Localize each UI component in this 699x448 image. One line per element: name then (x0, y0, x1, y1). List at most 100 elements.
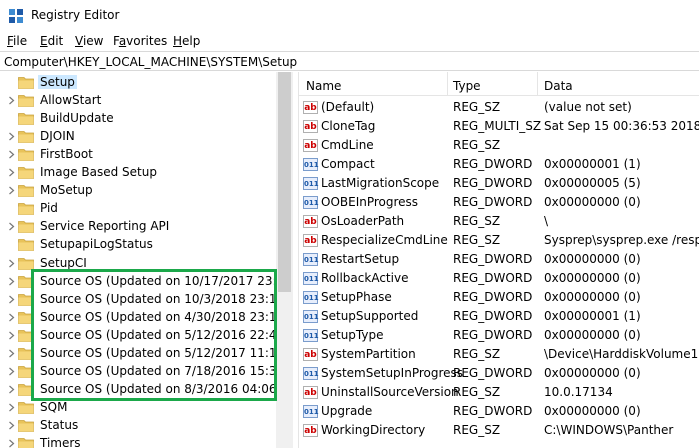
string-value-icon: ab (303, 386, 318, 399)
tree-item[interactable]: Setup (0, 74, 293, 92)
value-row[interactable]: ab WorkingDirectory REG_SZ C:\WINDOWS\Panth… (299, 421, 699, 440)
value-name: LastMigrationScope (321, 176, 440, 190)
folder-icon (18, 131, 34, 143)
folder-icon (18, 95, 34, 107)
value-data: 0x00000000 (0) (544, 195, 641, 209)
string-value-icon: ab (303, 424, 318, 437)
tree-scrollbar[interactable] (276, 72, 293, 448)
chevron-right-icon[interactable] (7, 168, 16, 177)
tree-item[interactable]: SetupapiLogStatus (0, 236, 293, 254)
chevron-right-icon[interactable] (7, 150, 16, 159)
source-os-highlight-box (31, 269, 277, 401)
chevron-right-icon[interactable] (7, 331, 16, 340)
value-name: Upgrade (321, 404, 373, 418)
chevron-right-icon[interactable] (7, 367, 16, 376)
menu-edit[interactable]: Edit (40, 34, 63, 48)
value-name: (Default) (321, 100, 375, 114)
value-row[interactable]: 011 OOBEInProgress REG_DWORD 0x00000000 (0) (299, 193, 699, 212)
value-type: REG_SZ (453, 214, 501, 228)
value-row[interactable]: ab OsLoaderPath REG_SZ \ (299, 212, 699, 231)
tree-item-label: Setup (38, 75, 77, 89)
value-row[interactable]: 011 RestartSetup REG_DWORD 0x00000000 (0) (299, 250, 699, 269)
chevron-right-icon[interactable] (7, 295, 16, 304)
tree-item[interactable]: Status (0, 417, 293, 435)
tree-item[interactable]: AllowStart (0, 92, 293, 110)
column-header-name[interactable]: Name (306, 79, 341, 93)
chevron-right-icon[interactable] (7, 439, 16, 448)
value-type: REG_DWORD (453, 290, 533, 304)
tree-item[interactable]: Timers (0, 435, 293, 448)
chevron-right-icon[interactable] (7, 349, 16, 358)
binary-value-icon: 011 (303, 310, 319, 323)
binary-value-icon: 011 (303, 253, 319, 266)
tree-item[interactable]: Service Reporting API (0, 218, 293, 236)
tree-item[interactable]: Pid (0, 200, 293, 218)
menu-view[interactable]: View (75, 34, 103, 48)
column-divider[interactable] (537, 72, 538, 96)
values-list[interactable]: Name Type Data ab (Default) REG_SZ (value n… (299, 72, 699, 448)
tree-item[interactable]: Image Based Setup (0, 164, 293, 182)
menu-favorites[interactable]: Favorites (113, 34, 167, 48)
value-name: OOBEInProgress (321, 195, 419, 209)
value-row[interactable]: 011 SetupPhase REG_DWORD 0x00000000 (0) (299, 288, 699, 307)
value-row[interactable]: ab UninstallSourceVersion REG_SZ 10.0.17134 (299, 383, 699, 402)
menu-file[interactable]: File (7, 34, 27, 48)
tree-item[interactable]: BuildUpdate (0, 110, 293, 128)
column-header-type[interactable]: Type (453, 79, 481, 93)
value-type: REG_SZ (453, 100, 501, 114)
folder-icon (18, 185, 34, 197)
value-row[interactable]: 011 Compact REG_DWORD 0x00000001 (1) (299, 155, 699, 174)
value-row[interactable]: 011 SetupType REG_DWORD 0x00000000 (0) (299, 326, 699, 345)
value-row[interactable]: 011 RollbackActive REG_DWORD 0x00000000 (0) (299, 269, 699, 288)
value-row[interactable]: 011 SetupSupported REG_DWORD 0x00000001 (1) (299, 307, 699, 326)
address-bar[interactable]: Computer\HKEY_LOCAL_MACHINE\SYSTEM\Setup (0, 51, 699, 71)
chevron-right-icon[interactable] (7, 132, 16, 141)
value-row[interactable]: ab (Default) REG_SZ (value not set) (299, 98, 699, 117)
value-row[interactable]: ab CmdLine REG_SZ (299, 136, 699, 155)
value-type: REG_DWORD (453, 271, 533, 285)
chevron-right-icon[interactable] (7, 222, 16, 231)
values-header: Name Type Data (299, 72, 699, 96)
value-row[interactable]: 011 LastMigrationScope REG_DWORD 0x00000005… (299, 174, 699, 193)
tree-item[interactable]: MoSetup (0, 182, 293, 200)
window-title: Registry Editor (31, 8, 120, 22)
chevron-right-icon[interactable] (7, 421, 16, 430)
folder-icon (18, 149, 34, 161)
chevron-right-icon[interactable] (7, 385, 16, 394)
chevron-right-icon[interactable] (7, 403, 16, 412)
tree-item[interactable]: DJOIN (0, 128, 293, 146)
value-name: RollbackActive (321, 271, 409, 285)
tree-scrollbar-thumb[interactable] (278, 72, 291, 292)
value-name: RespecializeCmdLine (321, 233, 448, 247)
menu-help[interactable]: Help (173, 34, 200, 48)
value-row[interactable]: 011 Upgrade REG_DWORD 0x00000000 (0) (299, 402, 699, 421)
chevron-right-icon[interactable] (7, 313, 16, 322)
menu-bar: File Edit View Favorites Help (0, 31, 699, 51)
string-value-icon: ab (303, 101, 318, 114)
value-data: 0x00000000 (0) (544, 290, 641, 304)
string-value-icon: ab (303, 234, 318, 247)
tree-item[interactable]: FirstBoot (0, 146, 293, 164)
chevron-right-icon[interactable] (7, 259, 16, 268)
value-data: 0x00000000 (0) (544, 271, 641, 285)
binary-value-icon: 011 (303, 367, 319, 380)
column-divider[interactable] (447, 72, 448, 96)
binary-value-icon: 011 (303, 405, 319, 418)
column-header-data[interactable]: Data (544, 79, 573, 93)
value-row[interactable]: ab RespecializeCmdLine REG_SZ Sysprep\syspr… (299, 231, 699, 250)
value-name: CmdLine (321, 138, 374, 152)
chevron-right-icon[interactable] (7, 96, 16, 105)
value-data: Sysprep\sysprep.exe /respecia (544, 233, 699, 247)
folder-icon (18, 77, 34, 89)
tree-item[interactable]: SQM (0, 399, 293, 417)
chevron-right-icon[interactable] (7, 277, 16, 286)
chevron-right-icon[interactable] (7, 186, 16, 195)
value-row[interactable]: 011 SystemSetupInProgress REG_DWORD 0x00000… (299, 364, 699, 383)
address-path[interactable]: Computer\HKEY_LOCAL_MACHINE\SYSTEM\Setup (4, 55, 297, 69)
binary-value-icon: 011 (303, 196, 319, 209)
value-row[interactable]: ab CloneTag REG_MULTI_SZ Sat Sep 15 00:36:5… (299, 117, 699, 136)
value-row[interactable]: ab SystemPartition REG_SZ \Device\HarddiskV… (299, 345, 699, 364)
folder-icon (18, 420, 34, 432)
tree-item-label: SetupapiLogStatus (40, 237, 153, 251)
tree-item-label: Pid (40, 201, 58, 215)
